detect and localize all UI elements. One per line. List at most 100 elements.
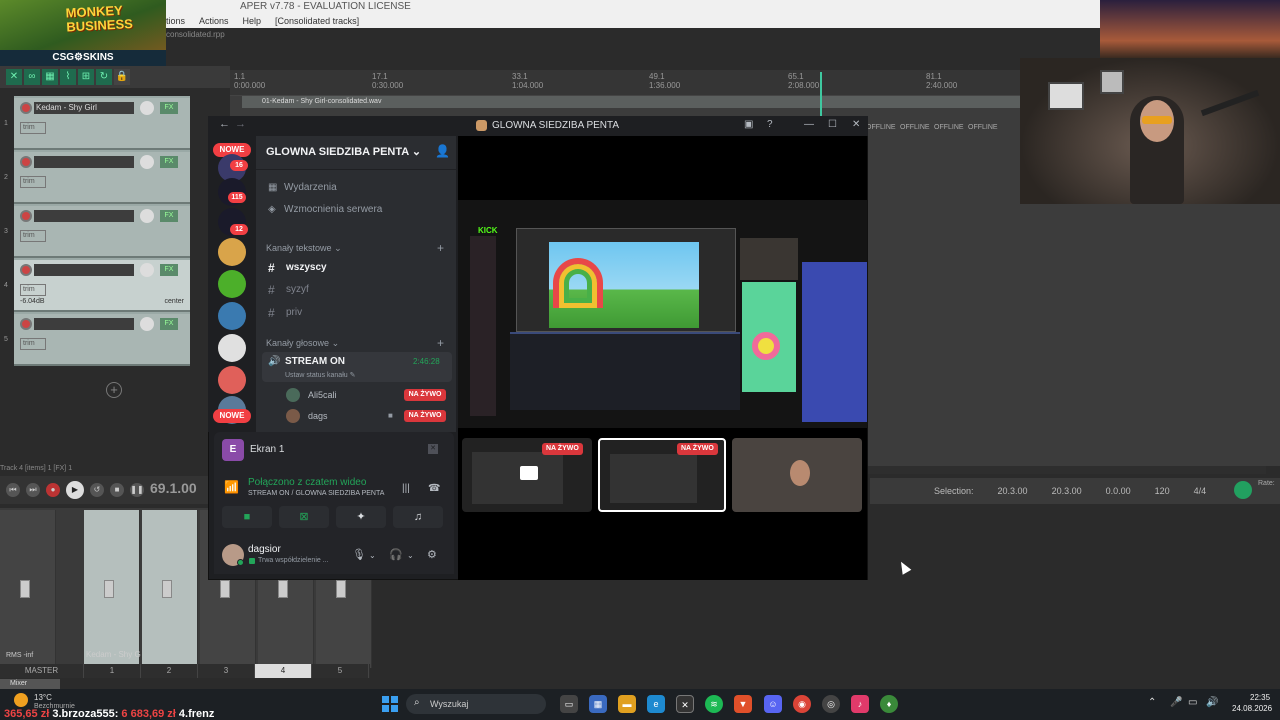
server-icon[interactable] [218,302,246,330]
volume-knob[interactable] [140,155,154,169]
fx-button[interactable]: FX [160,264,178,276]
create-channel-icon[interactable]: + [437,336,444,350]
track-2[interactable]: FX trim [14,152,190,204]
lock-icon[interactable]: 🔒 [114,69,130,85]
horizontal-scrollbar[interactable] [866,466,1266,474]
guild-name[interactable]: GLOWNA SIEDZIBA PENTA ⌄ [266,145,421,158]
create-channel-icon[interactable]: + [437,241,444,255]
volume-knob[interactable] [140,317,154,331]
task-view-icon[interactable]: ▭ [560,695,578,713]
nav-server-boosts[interactable]: ◈ Wzmocnienia serwera [262,200,448,220]
chevron-down-icon[interactable]: ⌄ [369,551,376,560]
selection-start[interactable]: 20.3.00 [998,478,1028,504]
noise-suppression-icon[interactable]: ||| [402,483,410,494]
pause-icon[interactable]: ❚❚ [130,483,144,497]
maximize-icon[interactable]: ☐ [828,119,837,130]
selection-length[interactable]: 0.0.00 [1106,478,1131,504]
clock-date[interactable]: 24.08.2026 [1232,704,1272,713]
fader[interactable] [220,580,230,598]
vpn-icon[interactable]: ♦ [880,695,898,713]
fader[interactable] [278,580,288,598]
fx-button[interactable]: FX [160,156,178,168]
file-explorer-icon[interactable]: ▬ [618,695,636,713]
microphone-tray-icon[interactable]: 🎤 [1170,697,1182,708]
server-icon[interactable] [218,270,246,298]
link-icon[interactable]: ∞ [24,69,40,85]
trim-button[interactable]: trim [20,338,46,350]
category-text-channels[interactable]: Kanały tekstowe ⌄ [266,243,342,254]
track-name[interactable] [34,264,134,276]
record-icon[interactable]: ● [46,483,60,497]
repeat-icon[interactable]: ↺ [90,483,104,497]
volume-knob[interactable] [140,209,154,223]
mixer-strip[interactable] [84,510,140,668]
weather-temperature[interactable]: 13°C [34,693,52,702]
loop-icon[interactable]: ↻ [96,69,112,85]
menu-options[interactable]: tions [166,14,185,28]
channel-syzyf[interactable]: # syzyf [262,280,448,300]
category-voice-channels[interactable]: Kanały głosowe ⌄ [266,338,339,349]
mixer-strip[interactable] [142,510,198,668]
activities-button[interactable]: ✦ [336,506,386,528]
close-icon[interactable]: ✕ [852,119,860,130]
selection-end[interactable]: 20.3.00 [1052,478,1082,504]
camera-button[interactable]: ■ [222,506,272,528]
disconnect-icon[interactable]: ☎ [428,483,440,494]
set-channel-status[interactable]: Ustaw status kanału ✎ [285,371,355,379]
volume-knob[interactable] [140,101,154,115]
channel-wszyscy[interactable]: # wszyscy [262,258,448,278]
volume-icon[interactable]: 🔊 [1206,697,1218,708]
fx-button[interactable]: FX [160,318,178,330]
track-name[interactable] [34,318,134,330]
track-3[interactable]: FX trim [14,206,190,258]
track-name[interactable] [34,156,134,168]
track-4[interactable]: FX trim -6.04dB center [14,260,190,312]
ripple-edit-icon[interactable]: ✕ [6,69,22,85]
fx-button[interactable]: FX [160,102,178,114]
inbox-icon[interactable]: ▣ [744,119,753,130]
fader[interactable] [20,580,30,598]
taskbar-search[interactable]: Wyszukaj [406,694,546,714]
mixer-tab[interactable]: Mixer [0,679,60,689]
windows-start-icon[interactable] [382,696,398,712]
go-to-end-icon[interactable]: ⏭ [26,483,40,497]
envelope-icon[interactable]: ⌇ [60,69,76,85]
network-icon[interactable]: ▭ [1188,697,1197,708]
channel-priv[interactable]: # priv [262,303,448,323]
record-arm-button[interactable] [20,102,32,114]
fader[interactable] [336,580,346,598]
menu-help[interactable]: Help [243,14,262,28]
fader[interactable] [162,580,172,598]
store-icon[interactable]: ▦ [589,695,607,713]
trim-button[interactable]: trim [20,230,46,242]
headphones-icon[interactable]: 🎧 [389,548,403,561]
add-track-icon[interactable]: + [106,382,122,398]
record-arm-button[interactable] [20,318,32,330]
fx-button[interactable]: FX [160,210,178,222]
weather-sun-icon[interactable] [14,693,28,707]
record-arm-button[interactable] [20,156,32,168]
volume-knob[interactable] [140,263,154,277]
xbox-icon[interactable]: ✕ [676,695,694,713]
fader[interactable] [104,580,114,598]
trim-button[interactable]: trim [20,122,46,134]
screen-share-button[interactable]: ⊠ [279,506,329,528]
back-arrow-icon[interactable]: ← [219,118,230,130]
minimize-icon[interactable]: — [804,119,814,130]
server-icon[interactable] [218,238,246,266]
timeline-ruler[interactable]: 1.1 0:00.000 17.1 0:30.000 33.1 1:04.000 49… [230,70,1020,96]
username[interactable]: dagsior [248,544,281,555]
clock-time[interactable]: 22:35 [1250,693,1270,702]
record-arm-button[interactable] [20,210,32,222]
brave-icon[interactable]: ▼ [734,695,752,713]
grid-icon[interactable]: ▦ [42,69,58,85]
obs-icon[interactable]: ◎ [822,695,840,713]
play-icon[interactable]: ▶ [66,481,84,499]
track-5[interactable]: FX trim [14,314,190,366]
new-badge[interactable]: NOWE [213,409,251,423]
track-name[interactable] [34,210,134,222]
invite-people-icon[interactable]: 👤 [435,144,450,158]
trim-button[interactable]: trim [20,284,46,296]
mixer-master-strip[interactable] [0,510,56,668]
server-icon[interactable] [218,334,246,362]
